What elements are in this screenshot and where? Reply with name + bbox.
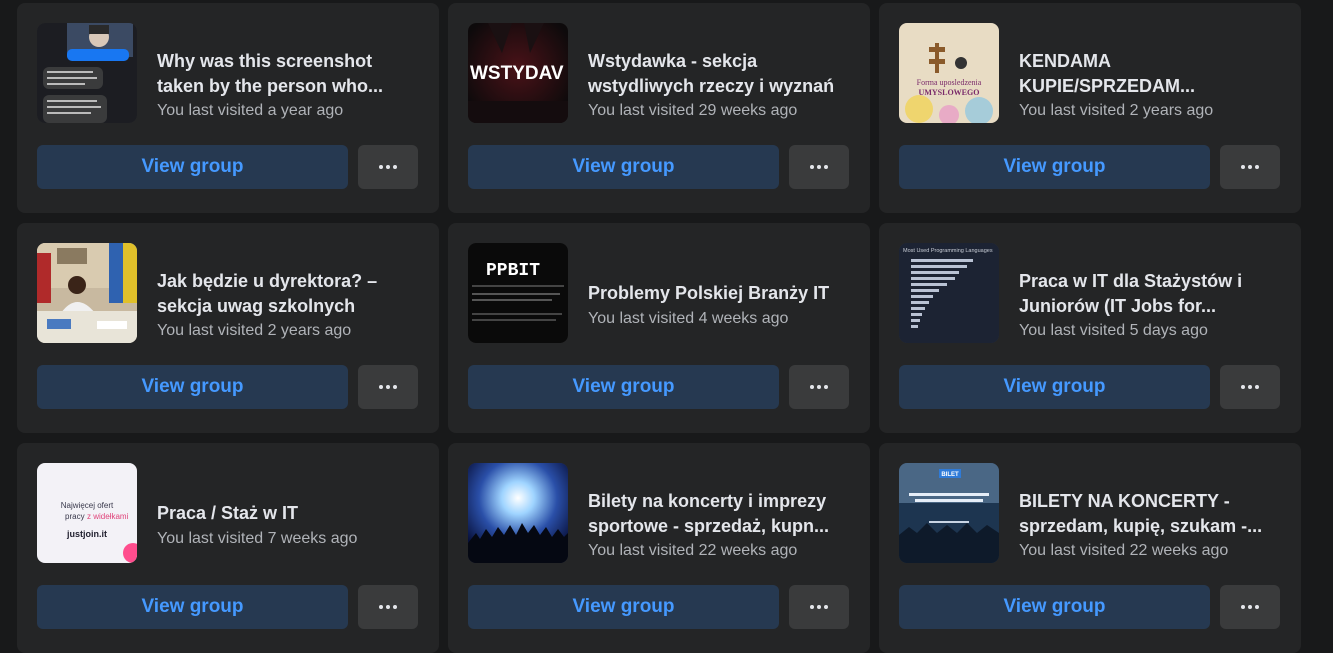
- group-thumbnail[interactable]: Najwięcej ofert pracy z widełkami justjo…: [37, 463, 137, 563]
- group-thumbnail[interactable]: PPBIT: [468, 243, 568, 343]
- svg-text:z widełkami: z widełkami: [87, 512, 129, 521]
- group-thumbnail[interactable]: [37, 23, 137, 123]
- svg-text:pracy: pracy: [65, 512, 85, 521]
- more-options-button[interactable]: [1220, 585, 1280, 629]
- group-card: PPBIT Problemy Polskiej Branży IT You la…: [448, 223, 870, 433]
- thumbnail-caption: WSTYDAV: [470, 63, 564, 84]
- last-visited-text: You last visited 2 years ago: [1019, 102, 1214, 119]
- view-group-button[interactable]: View group: [899, 365, 1210, 409]
- more-options-icon: [810, 605, 828, 609]
- group-card: Forma uposledzenia UMYSLOWEGO KENDAMA KU…: [879, 3, 1301, 213]
- concert-crowd-thumbnail-image: [468, 463, 568, 563]
- more-options-icon: [379, 385, 397, 389]
- view-group-button[interactable]: View group: [468, 145, 779, 189]
- more-options-icon: [379, 605, 397, 609]
- more-options-icon: [810, 385, 828, 389]
- group-name[interactable]: Why was this screenshot taken by the per…: [157, 49, 419, 99]
- group-name[interactable]: Praca / Staż w IT: [157, 501, 419, 526]
- last-visited-text: You last visited 7 weeks ago: [157, 530, 358, 547]
- group-thumbnail[interactable]: BILET: [899, 463, 999, 563]
- last-visited-text: You last visited 22 weeks ago: [1019, 542, 1229, 559]
- group-thumbnail[interactable]: [37, 243, 137, 343]
- tickets-thumbnail-image: BILET: [899, 463, 999, 563]
- kendama-thumbnail-image: Forma uposledzenia UMYSLOWEGO: [899, 23, 999, 123]
- svg-text:Most Used Programming Language: Most Used Programming Languages: [903, 248, 993, 254]
- group-thumbnail[interactable]: Forma uposledzenia UMYSLOWEGO: [899, 23, 999, 123]
- view-group-button[interactable]: View group: [37, 585, 348, 629]
- last-visited-text: You last visited 2 years ago: [157, 322, 352, 339]
- group-thumbnail[interactable]: WSTYDAV: [468, 23, 568, 123]
- last-visited-text: You last visited 29 weeks ago: [588, 102, 798, 119]
- more-options-button[interactable]: [358, 585, 418, 629]
- thumbnail-caption: BILET: [941, 472, 959, 478]
- principal-office-thumbnail-image: [37, 243, 137, 343]
- group-card: Najwięcej ofert pracy z widełkami justjo…: [17, 443, 439, 653]
- more-options-button[interactable]: [789, 365, 849, 409]
- group-name[interactable]: Praca w IT dla Stażystów i Juniorów (IT …: [1019, 269, 1281, 319]
- last-visited-text: You last visited 4 weeks ago: [588, 310, 789, 327]
- more-options-button[interactable]: [789, 585, 849, 629]
- group-card: Why was this screenshot taken by the per…: [17, 3, 439, 213]
- more-options-icon: [379, 165, 397, 169]
- view-group-button[interactable]: View group: [37, 365, 348, 409]
- groups-grid: Why was this screenshot taken by the per…: [0, 0, 1333, 653]
- more-options-button[interactable]: [1220, 145, 1280, 189]
- more-options-icon: [1241, 165, 1259, 169]
- last-visited-text: You last visited a year ago: [157, 102, 344, 119]
- group-card: WSTYDAV Wstydawka - sekcja wstydliwych r…: [448, 3, 870, 213]
- wstydawka-thumbnail-image: WSTYDAV: [468, 23, 568, 123]
- view-group-button[interactable]: View group: [37, 145, 348, 189]
- group-card: Bilety na koncerty i imprezy sportowe - …: [448, 443, 870, 653]
- group-name[interactable]: KENDAMA KUPIE/SPRZEDAM...: [1019, 49, 1281, 99]
- group-card: Jak będzie u dyrektora? – sekcja uwag sz…: [17, 223, 439, 433]
- more-options-button[interactable]: [1220, 365, 1280, 409]
- view-group-button[interactable]: View group: [899, 145, 1210, 189]
- view-group-button[interactable]: View group: [468, 365, 779, 409]
- programming-languages-thumbnail-image: Most Used Programming Languages: [899, 243, 999, 343]
- more-options-button[interactable]: [358, 365, 418, 409]
- group-thumbnail[interactable]: [468, 463, 568, 563]
- screenshot-thumbnail-image: [37, 23, 137, 123]
- ppbit-thumbnail-image: PPBIT: [468, 243, 568, 343]
- justjoin-thumbnail-image: Najwięcej ofert pracy z widełkami justjo…: [37, 463, 137, 563]
- thumbnail-caption: PPBIT: [486, 261, 540, 281]
- svg-text:UMYSLOWEGO: UMYSLOWEGO: [919, 88, 980, 97]
- svg-text:Najwięcej ofert: Najwięcej ofert: [61, 501, 114, 510]
- group-name[interactable]: BILETY NA KONCERTY - sprzedam, kupię, sz…: [1019, 489, 1281, 539]
- svg-text:Forma uposledzenia: Forma uposledzenia: [917, 78, 982, 87]
- more-options-icon: [1241, 605, 1259, 609]
- last-visited-text: You last visited 5 days ago: [1019, 322, 1208, 339]
- view-group-button[interactable]: View group: [468, 585, 779, 629]
- group-card: Most Used Programming Languages Praca w …: [879, 223, 1301, 433]
- more-options-icon: [810, 165, 828, 169]
- svg-text:justjoin.it: justjoin.it: [66, 529, 107, 539]
- group-name[interactable]: Problemy Polskiej Branży IT: [588, 281, 850, 306]
- group-thumbnail[interactable]: Most Used Programming Languages: [899, 243, 999, 343]
- group-name[interactable]: Bilety na koncerty i imprezy sportowe - …: [588, 489, 850, 539]
- more-options-icon: [1241, 385, 1259, 389]
- more-options-button[interactable]: [789, 145, 849, 189]
- group-name[interactable]: Jak będzie u dyrektora? – sekcja uwag sz…: [157, 269, 419, 319]
- more-options-button[interactable]: [358, 145, 418, 189]
- view-group-button[interactable]: View group: [899, 585, 1210, 629]
- group-name[interactable]: Wstydawka - sekcja wstydliwych rzeczy i …: [588, 49, 850, 99]
- last-visited-text: You last visited 22 weeks ago: [588, 542, 798, 559]
- group-card: BILET BILETY NA KONCERTY - sprzedam, kup…: [879, 443, 1301, 653]
